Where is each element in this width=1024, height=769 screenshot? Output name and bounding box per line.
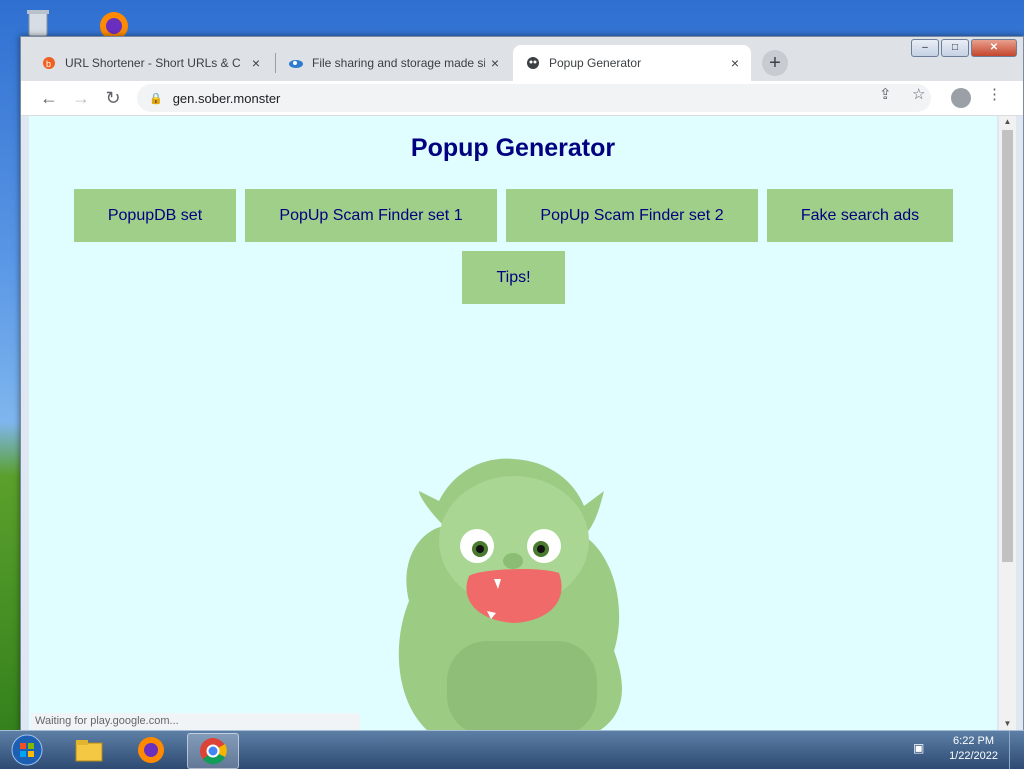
scam-finder-set-2-button[interactable]: PopUp Scam Finder set 2 (506, 189, 758, 242)
popupdb-set-button[interactable]: PopupDB set (74, 189, 236, 242)
page-title: Popup Generator (410, 134, 616, 162)
system-clock[interactable]: 6:22 PM 1/22/2022 (949, 734, 998, 764)
tab-close-icon[interactable]: × (246, 55, 266, 71)
close-window-button[interactable]: ✕ (971, 39, 1017, 57)
clock-date: 1/22/2022 (949, 750, 998, 762)
maximize-button[interactable]: □ (941, 39, 969, 57)
tab-url-shortener[interactable]: b URL Shortener - Short URLs & C × (29, 45, 272, 81)
browser-toolbar: ← → ↻ 🔒 gen.sober.monster ⇪ ☆ ⋮ (21, 81, 1023, 116)
scroll-thumb[interactable] (1002, 130, 1013, 562)
monster-illustration (398, 458, 622, 730)
tab-title: File sharing and storage made si (312, 56, 485, 70)
monster-favicon-icon (525, 55, 541, 71)
scroll-up-arrow-icon[interactable]: ▲ (999, 116, 1016, 128)
browser-window: b URL Shortener - Short URLs & C × File … (20, 36, 1024, 738)
share-icon[interactable]: ⇪ (879, 85, 892, 103)
menu-kebab-icon[interactable]: ⋮ (987, 85, 1002, 103)
vertical-scrollbar[interactable]: ▲ ▼ (999, 116, 1016, 730)
file-explorer-icon[interactable] (64, 733, 114, 767)
minimize-button[interactable]: – (911, 39, 939, 57)
address-bar[interactable]: 🔒 gen.sober.monster (137, 84, 931, 112)
tips-button[interactable]: Tips! (462, 251, 565, 304)
tab-close-icon[interactable]: × (725, 55, 745, 71)
windows-taskbar: ▣ 6:22 PM 1/22/2022 (0, 730, 1024, 769)
network-tray-icon[interactable]: ▣ (913, 741, 931, 757)
tab-title: URL Shortener - Short URLs & C (65, 56, 241, 70)
show-desktop-button[interactable] (1009, 731, 1024, 769)
tab-strip: b URL Shortener - Short URLs & C × File … (21, 37, 1023, 81)
window-controls: – □ ✕ (911, 39, 1017, 57)
chrome-icon[interactable] (187, 733, 239, 769)
new-tab-button[interactable]: + (762, 50, 788, 76)
cloud-icon (288, 55, 304, 71)
scam-finder-set-1-button[interactable]: PopUp Scam Finder set 1 (245, 189, 497, 242)
url-text[interactable]: gen.sober.monster (173, 91, 281, 106)
svg-text:b: b (46, 59, 51, 69)
back-arrow-icon[interactable]: ← (37, 86, 61, 110)
bitly-icon: b (41, 55, 57, 71)
windows-start-icon[interactable] (2, 733, 52, 767)
tab-popup-generator[interactable]: Popup Generator × (513, 45, 751, 81)
profile-avatar-icon[interactable] (951, 88, 971, 108)
firefox-icon[interactable] (126, 733, 176, 767)
fake-search-ads-button[interactable]: Fake search ads (767, 189, 953, 242)
bookmark-star-icon[interactable]: ☆ (912, 85, 925, 103)
tab-file-sharing[interactable]: File sharing and storage made si × (276, 45, 511, 81)
scroll-down-arrow-icon[interactable]: ▼ (999, 718, 1016, 730)
tab-close-icon[interactable]: × (485, 55, 505, 71)
reload-icon[interactable]: ↻ (101, 86, 125, 110)
lock-icon[interactable]: 🔒 (149, 92, 163, 105)
page-content: Popup Generator PopupDB set PopUp Scam F… (29, 116, 997, 730)
forward-arrow-icon[interactable]: → (69, 86, 93, 110)
clock-time: 6:22 PM (953, 735, 995, 747)
status-bubble: Waiting for play.google.com... (31, 713, 360, 730)
tab-title: Popup Generator (549, 56, 642, 70)
